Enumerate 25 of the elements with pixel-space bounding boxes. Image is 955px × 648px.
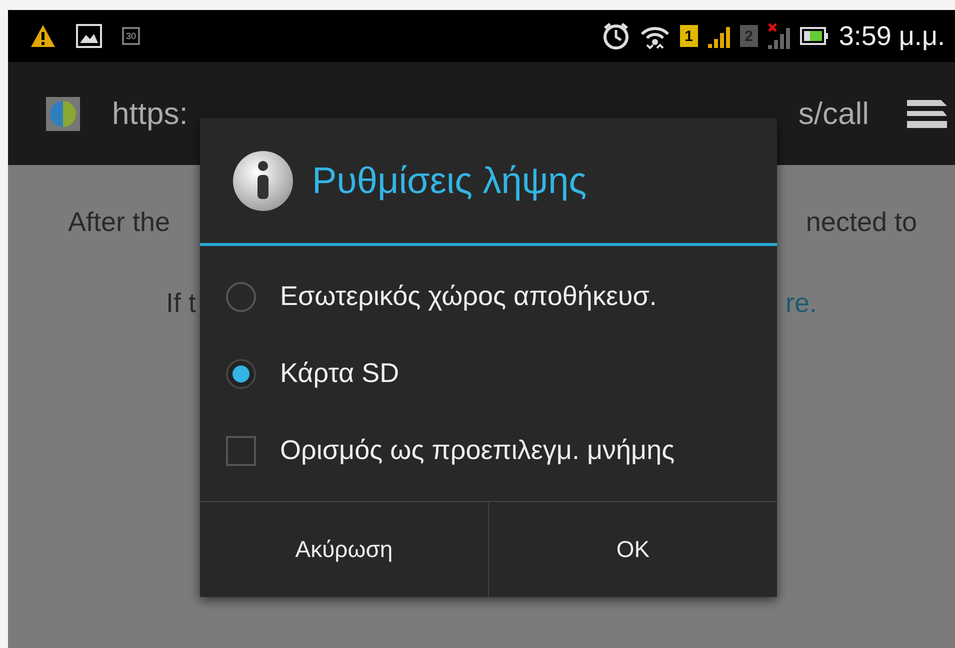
signal-icon [706,24,731,48]
info-icon [232,150,294,212]
calendar-icon: 30 [122,27,140,45]
radio-button[interactable] [226,282,256,312]
sim-badge: 1 [680,25,698,47]
image-icon [76,24,102,48]
radio-button[interactable] [226,358,256,388]
no-signal-icon [766,23,791,49]
warning-icon [30,24,56,48]
globe-icon [46,96,80,130]
option-row[interactable]: Κάρτα SD [200,335,777,412]
option-row[interactable]: Εσωτερικός χώρος αποθήκευσ. [200,258,777,335]
dialog-button[interactable]: Ακύρωση [200,502,488,597]
page-text: nected to [806,207,917,238]
checkbox[interactable] [226,436,256,466]
option-row[interactable]: Ορισμός ως προεπιλεγμ. μνήμης [200,412,777,489]
page-text: If t [166,288,196,319]
page-text: After the [68,207,170,238]
clock-time: 3:59 μ.μ. [838,20,945,52]
alarm-clock-icon [602,22,630,50]
battery-icon [800,27,828,45]
url-text: https: [112,96,188,132]
dialog-button[interactable]: OK [488,502,777,597]
dialog-title: Ρυθμίσεις λήψης [312,160,587,202]
url-text: s/call [798,96,869,132]
